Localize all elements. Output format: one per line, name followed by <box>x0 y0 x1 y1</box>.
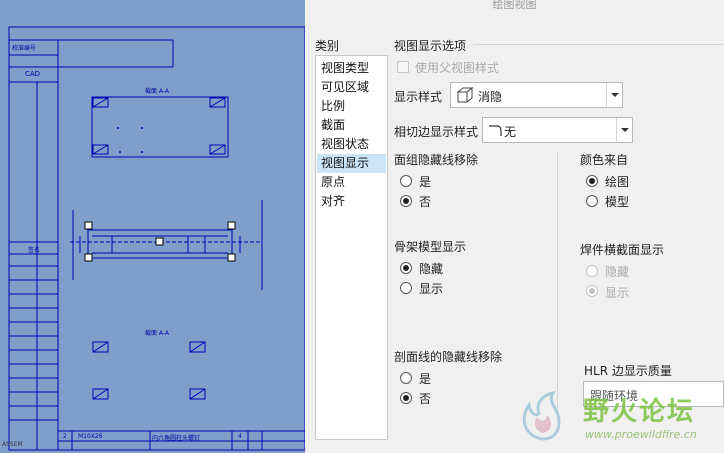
forum-watermark: 野火论坛 www.proewildfire.cn <box>513 385 724 453</box>
face-group-hidden-yes-label: 是 <box>419 175 432 189</box>
category-item-view-display[interactable]: 视图显示 <box>317 154 386 173</box>
use-parent-style-label: 使用父视图样式 <box>415 61 500 75</box>
category-item-alignment[interactable]: 对齐 <box>317 192 386 211</box>
skeleton-show-radio[interactable] <box>400 282 412 294</box>
face-group-hidden-no-label: 否 <box>419 195 432 209</box>
display-style-dropdown[interactable]: 消隐 <box>450 82 623 108</box>
category-item-view-state[interactable]: 视图状态 <box>317 135 386 154</box>
skeleton-hide-label: 隐藏 <box>419 262 444 276</box>
chevron-down-icon[interactable] <box>606 83 622 107</box>
skeleton-display-label: 骨架模型显示 <box>394 240 467 254</box>
category-item-origin[interactable]: 原点 <box>317 173 386 192</box>
color-from-drawing-label: 绘图 <box>605 175 630 189</box>
skeleton-hide-radio[interactable] <box>400 262 412 274</box>
title-block-spec: M10X26 <box>78 433 103 440</box>
hlr-quality-label: HLR 边显示质量 <box>584 364 672 378</box>
section-hidden-no-radio[interactable] <box>400 392 412 404</box>
section-hidden-no-label: 否 <box>419 392 432 406</box>
title-block-name: 内六角圆柱头螺钉 <box>152 435 201 442</box>
category-item-scale[interactable]: 比例 <box>317 97 386 116</box>
title-block-qty: 2 <box>63 433 67 440</box>
category-label: 类别 <box>315 39 340 53</box>
watermark-url: www.proewildfire.cn <box>585 428 697 441</box>
signature-cell: 签名 <box>28 247 41 254</box>
skeleton-show-label: 显示 <box>419 282 444 296</box>
display-options-title: 视图显示选项 <box>394 39 467 53</box>
tangent-edge-dropdown[interactable]: 无 <box>482 117 633 143</box>
category-list[interactable]: 视图类型 可见区域 比例 截面 视图状态 视图显示 原点 对齐 <box>315 55 388 440</box>
face-group-hidden-no-radio[interactable] <box>400 195 412 207</box>
section-hidden-yes-label: 是 <box>419 372 432 386</box>
color-from-model-label: 模型 <box>605 195 630 209</box>
chevron-down-icon[interactable] <box>616 118 632 142</box>
watermark-title: 野火论坛 <box>583 397 696 427</box>
category-item-visible-area[interactable]: 可见区域 <box>317 78 386 97</box>
use-parent-style-checkbox[interactable] <box>397 61 409 73</box>
display-style-label: 显示样式 <box>394 90 443 104</box>
hidden-line-cube-icon <box>456 86 474 104</box>
dialog-title: 绘图视图 <box>492 0 537 11</box>
corner-text: ASSEM <box>2 441 23 448</box>
flame-logo-icon <box>522 390 561 441</box>
drawing-sheet <box>8 26 305 451</box>
title-block-count: 4 <box>238 433 242 440</box>
display-style-value: 消隐 <box>478 90 503 104</box>
section-label-bottom: 截面 A-A <box>145 330 170 337</box>
tangent-edge-label: 相切边显示样式 <box>394 125 479 139</box>
color-from-drawing-radio[interactable] <box>586 175 598 187</box>
drawing-canvas[interactable]: 校准编号 CAD 签名 截面 A-A 截面 A-A 2 M10X26 内六角圆柱… <box>0 0 305 453</box>
category-item-section[interactable]: 截面 <box>317 116 386 135</box>
group-divider <box>473 44 724 45</box>
tangent-edge-icon <box>489 125 502 136</box>
weld-section-label: 焊件横截面显示 <box>580 243 665 257</box>
section-hidden-yes-radio[interactable] <box>400 372 412 384</box>
face-group-hidden-yes-radio[interactable] <box>400 175 412 187</box>
color-from-model-radio[interactable] <box>586 195 598 207</box>
tangent-edge-value: 无 <box>504 125 517 139</box>
cad-cell: CAD <box>25 70 41 78</box>
weld-section-show-radio[interactable] <box>586 285 598 297</box>
section-label-top: 截面 A-A <box>145 88 170 95</box>
face-group-hidden-label: 面组隐藏线移除 <box>394 153 479 167</box>
category-item-view-type[interactable]: 视图类型 <box>317 59 386 78</box>
color-from-label: 颜色来自 <box>580 153 629 167</box>
weld-section-hide-radio[interactable] <box>586 265 598 277</box>
calibration-cell: 校准编号 <box>12 45 37 52</box>
weld-section-show-label: 显示 <box>605 286 630 300</box>
weld-section-hide-label: 隐藏 <box>605 265 630 279</box>
section-hidden-label: 剖面线的隐藏线移除 <box>394 350 503 364</box>
column-divider <box>557 152 558 412</box>
